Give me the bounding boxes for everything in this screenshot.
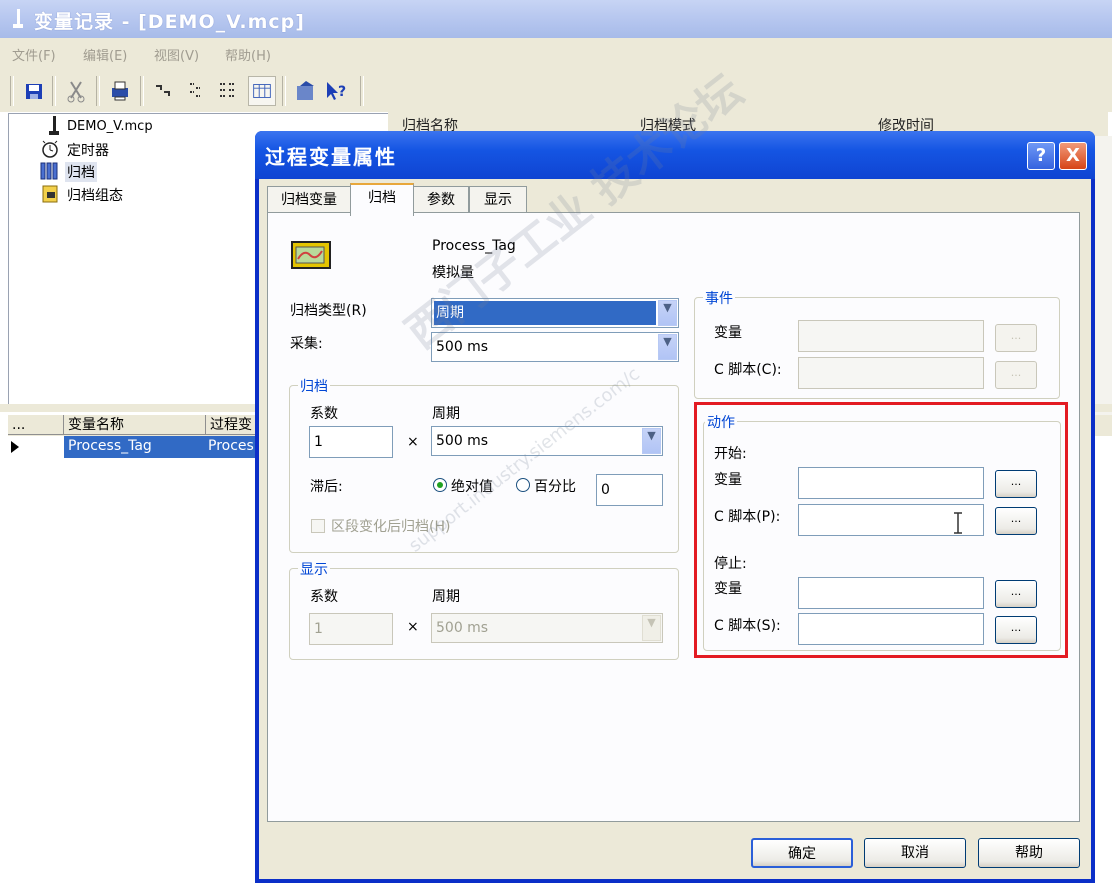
archive-period-label: 周期 (432, 406, 460, 422)
tree-root[interactable]: DEMO_V.mcp (67, 119, 153, 134)
tag-icon[interactable] (150, 76, 178, 106)
tab-parameters[interactable]: 参数 (413, 186, 469, 213)
project-icon (49, 116, 59, 135)
archive-factor-label: 系数 (310, 406, 338, 422)
menu-help[interactable]: 帮助(H) (225, 45, 271, 64)
row-pointer-icon (11, 441, 19, 453)
display-period-label: 周期 (432, 589, 460, 605)
dialog-help-button[interactable]: ? (1027, 142, 1055, 170)
archive-group-title: 归档 (298, 376, 330, 396)
cell-process-tag: Proces (208, 438, 254, 454)
help-button[interactable]: 帮助 (978, 838, 1080, 868)
help-pointer-icon[interactable]: ? (322, 76, 350, 106)
tag-grid-header-edge (1092, 415, 1112, 436)
archive-table-edge (1092, 136, 1112, 426)
display-period-value: 500 ms (436, 620, 489, 636)
event-tag-browse-button[interactable]: ... (995, 324, 1037, 352)
display-factor-label: 系数 (310, 589, 338, 605)
event-group-title: 事件 (703, 288, 735, 308)
tab-archive-tag[interactable]: 归档变量 (267, 186, 351, 213)
multiply-sign: × (407, 434, 419, 450)
tab-archive[interactable]: 归档 (350, 183, 414, 216)
acquire-select[interactable]: 500 ms ▼ (431, 332, 679, 362)
timer-icon[interactable] (184, 76, 212, 106)
window-title: 变量记录 - [DEMO_V.mcp] (34, 11, 305, 33)
menu-bar: 文件(F) 编辑(E) 视图(V) 帮助(H) (0, 38, 1112, 69)
menu-file[interactable]: 文件(F) (12, 45, 56, 64)
event-tag-input[interactable] (798, 320, 984, 352)
tree-item-archive[interactable]: 归档 (65, 162, 97, 182)
cancel-button[interactable]: 取消 (864, 838, 966, 868)
chevron-down-icon[interactable]: ▼ (658, 334, 677, 360)
svg-text:?: ? (338, 84, 346, 100)
dialog-close-button[interactable]: X (1059, 142, 1087, 170)
lag-label: 滞后: (310, 479, 343, 495)
absolute-radio[interactable] (433, 478, 447, 492)
event-script-label: C 脚本(C): (714, 362, 782, 378)
archive-icon[interactable] (214, 76, 242, 106)
tree-item-timer[interactable]: 定时器 (67, 140, 109, 160)
tag-grid-header: ... 变量名称 过程变 (8, 415, 268, 436)
col-selector[interactable]: ... (8, 415, 64, 435)
chevron-down-icon[interactable]: ▼ (658, 300, 677, 326)
display-group-title: 显示 (298, 559, 330, 579)
cut-icon[interactable] (62, 76, 90, 106)
acquire-label: 采集: (290, 336, 323, 352)
ok-button[interactable]: 确定 (751, 838, 853, 868)
highlight-box (694, 402, 1068, 658)
archive-icon (40, 162, 58, 180)
chevron-down-icon[interactable]: ▼ (642, 615, 661, 641)
toolbar: ? (0, 68, 1112, 112)
display-period-select[interactable]: 500 ms ▼ (431, 613, 663, 643)
event-script-input[interactable] (798, 357, 984, 389)
chevron-down-icon[interactable]: ▼ (642, 428, 661, 454)
display-multiply-sign: × (407, 619, 419, 635)
dialog-title: 过程变量属性 (265, 145, 397, 169)
percent-label: 百分比 (534, 479, 576, 495)
display-factor-input[interactable]: 1 (309, 613, 393, 645)
row-selector[interactable] (8, 436, 64, 458)
app-icon (13, 9, 23, 28)
properties-icon[interactable] (292, 76, 320, 106)
archive-factor-input[interactable]: 1 (309, 426, 393, 458)
event-tag-label: 变量 (714, 325, 742, 341)
table-row[interactable]: Process_Tag Proces (8, 436, 268, 458)
col-tag-name[interactable]: 变量名称 (64, 415, 206, 435)
table-icon[interactable] (248, 76, 276, 106)
timer-icon (42, 140, 58, 158)
archive-config-icon (42, 185, 58, 203)
analog-tag-icon (291, 241, 331, 269)
segment-change-checkbox[interactable] (311, 519, 325, 533)
window-titlebar: 变量记录 - [DEMO_V.mcp] (0, 0, 1112, 38)
percent-radio[interactable] (516, 478, 530, 492)
menu-view[interactable]: 视图(V) (154, 45, 199, 64)
menu-edit[interactable]: 编辑(E) (83, 45, 127, 64)
archive-period-value: 500 ms (436, 433, 489, 449)
cell-tag-name: Process_Tag (68, 438, 152, 454)
tree-item-archive-config[interactable]: 归档组态 (67, 185, 123, 205)
lag-value-input[interactable]: 0 (596, 474, 663, 506)
print-icon[interactable] (106, 76, 134, 106)
archive-type-label: 归档类型(R) (290, 303, 367, 319)
event-script-browse-button[interactable]: ... (995, 361, 1037, 389)
save-icon[interactable] (20, 76, 48, 106)
